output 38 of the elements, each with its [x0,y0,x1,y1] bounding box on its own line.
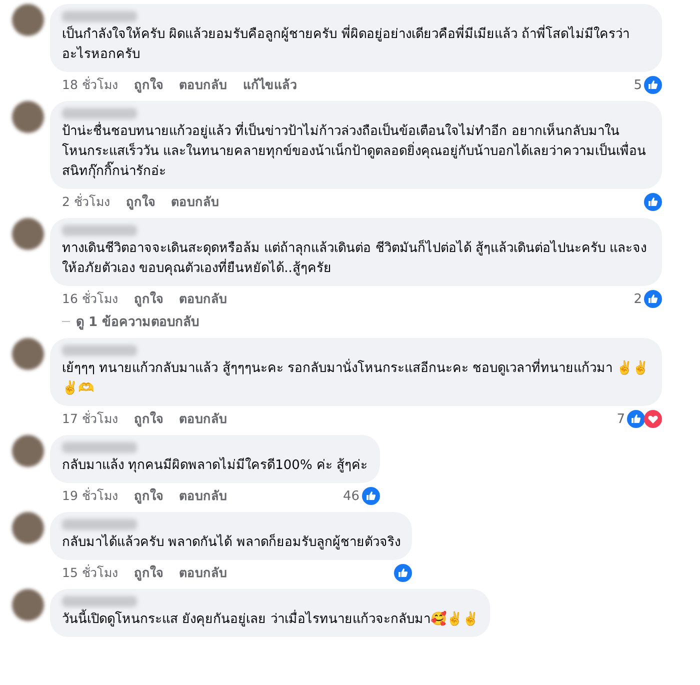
comment-action[interactable]: ตอบกลับ [178,486,227,506]
comment-action[interactable]: ตอบกลับ [178,409,227,429]
reaction-count[interactable]: 5 [634,78,642,92]
comment-time[interactable]: 16 ชั่วโมง [62,289,118,309]
reaction-count[interactable]: 7 [616,412,625,426]
comment-time[interactable]: 19 ชั่วโมง [62,486,118,506]
avatar[interactable] [12,101,44,133]
comment-text: เป็นกำลังใจให้ครับ ผิดแล้วยอมรับคือลูกผู้ชายครับ พี่ผิดอยู่อย่างเดียวคือพี่มีเมียแล้ว ถ้าพี่โสดไม่มีใครว่าอะไรหอกครับ [62,25,650,65]
view-replies-link[interactable]: ดู 1 ข้อความตอบกลับ [76,311,200,332]
comment-action[interactable]: ตอบกลับ [178,563,227,583]
comment-time[interactable]: 17 ชั่วโมง [62,409,118,429]
comment-action[interactable]: แก้ไขแล้ว [242,75,297,95]
comment-action[interactable]: ตอบกลับ [178,75,227,95]
comment-action[interactable]: ถูกใจ [134,409,163,429]
comment-text: ป้าน่ะชื่นชอบทนายแก้วอยู่แล้ว ที่เป็นข่าวป้าไม่ก้าวล่วงถือเป็นข้อเตือนใจไม่ทำอีก อยากเห็นกลับมาในโหนกระแสเร็ววัน และในทนายคลายทุกข์ของน้าเน็กป้าดูตลอดยิ่งคุณอยู่กับน้าบอกได้เลยว่าความเป็นเพื่อนสนิทกุ๊กกิ๊กน่ารักอ่ะ [62,122,650,182]
comment-action[interactable]: ถูกใจ [134,563,163,583]
comment-time[interactable]: 15 ชั่วโมง [62,563,118,583]
comment-text: ทางเดินชีวิตอาจจะเดินสะดุดหรือล้ม แต่ถ้าลุกแล้วเดินต่อ ชีวิตมันก็ไปต่อได้ สู้ๆแล้วเดินต่อไปนะครับ และจงให้อภัยตัวเอง ขอบคุณตัวเองที่ยืนหยัดได้..สู้ๆครัย [62,239,648,278]
comment-action[interactable]: ถูกใจ [134,486,163,506]
avatar[interactable] [12,218,44,250]
comment-text: เย้ๆๆๆ ทนายแก้วกลับมาแล้ว สู้ๆๆๆนะคะ รอกลับมานั่งโหนกระแสอีกนะคะ ชอบดูเวลาที่ทนายแก้วมา ✌✌✌🫶 [62,359,650,399]
comment-action[interactable]: ถูกใจ [126,192,155,212]
avatar[interactable] [12,589,44,621]
comment-action[interactable]: ตอบกลับ [178,289,227,309]
comment-text: กลับมาได้แล้วครับ พลาดกันได้ พลาดก็ยอมรับลูกผู้ชายตัวจริง [62,533,400,552]
avatar[interactable] [12,4,44,36]
avatar[interactable] [12,338,44,370]
comment-time[interactable]: 18 ชั่วโมง [62,75,118,95]
comment-text: กลับมาแล้ง ทุกคนมีผิดพลาดไม่มีใครดี100% ค่ะ สู้ๆค่ะ [62,456,368,475]
avatar[interactable] [12,435,44,467]
comment-action[interactable]: ตอบกลับ [170,192,219,212]
comment-action[interactable]: ถูกใจ [134,289,163,309]
comment-time[interactable]: 2 ชั่วโมง [62,192,110,212]
avatar[interactable] [12,512,44,544]
comment-text: วันนี้เปิดดูโหนกระแส ยังคุยกันอยู่เลย ว่าเมื่อไรทนายแก้วจะกลับมา🥰✌✌ [62,610,478,630]
reaction-count[interactable]: 2 [634,292,642,306]
reaction-count[interactable]: 46 [343,488,360,504]
comment-action[interactable]: ถูกใจ [134,75,163,95]
